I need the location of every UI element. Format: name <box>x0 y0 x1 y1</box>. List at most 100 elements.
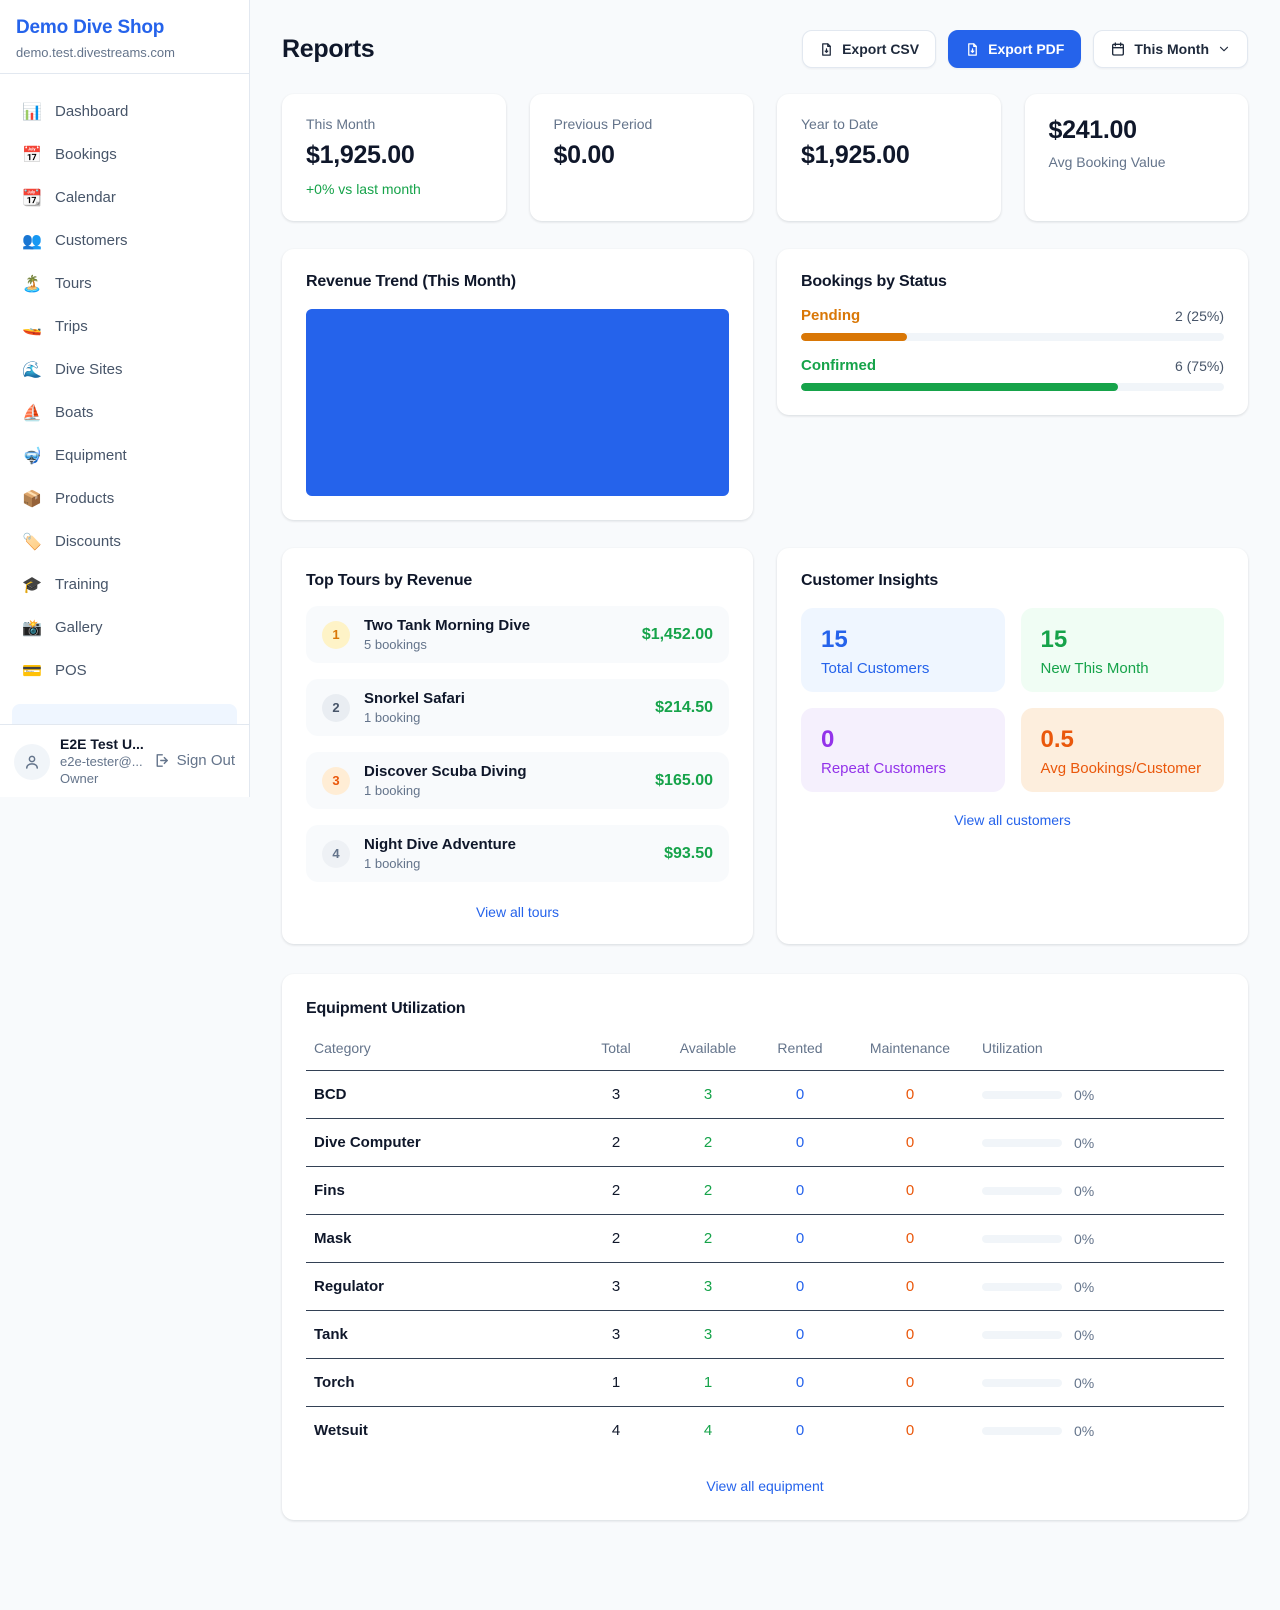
table-row: Torch 1 1 0 0 0% <box>306 1359 1224 1407</box>
top-tours-card: Top Tours by Revenue 1 Two Tank Morning … <box>282 548 753 944</box>
export-csv-button[interactable]: Export CSV <box>802 30 936 68</box>
total-cell: 2 <box>570 1215 662 1263</box>
total-cell: 2 <box>570 1119 662 1167</box>
available-cell: 4 <box>662 1407 754 1455</box>
tour-revenue: $1,452.00 <box>642 626 713 644</box>
tour-text: Snorkel Safari 1 booking <box>364 690 465 725</box>
utilization-cell: 0% <box>974 1407 1224 1455</box>
tour-row: 3 Discover Scuba Diving 1 booking $165.0… <box>306 752 729 809</box>
utilization-bar-track <box>982 1139 1062 1147</box>
total-cell: 3 <box>570 1311 662 1359</box>
stats-row: This Month $1,925.00 +0% vs last month P… <box>282 94 1248 221</box>
sidebar-item-pos[interactable]: 💳 POS <box>12 649 237 692</box>
rented-cell: 0 <box>754 1407 846 1455</box>
user-email: e2e-tester@... <box>60 754 143 769</box>
total-cell: 4 <box>570 1407 662 1455</box>
column-header-available: Available <box>662 1030 754 1071</box>
sidebar-item-label: Boats <box>55 404 93 421</box>
utilization-cell: 0% <box>974 1071 1224 1119</box>
bookings-by-status-card: Bookings by Status Pending 2 (25%) Confi… <box>777 249 1248 415</box>
utilization-label: 0% <box>1074 1375 1094 1391</box>
status-bar-fill <box>801 383 1118 391</box>
tour-row: 2 Snorkel Safari 1 booking $214.50 <box>306 679 729 736</box>
sidebar-item-trips[interactable]: 🚤 Trips <box>12 305 237 348</box>
rented-cell: 0 <box>754 1071 846 1119</box>
sidebar-item-active-partial[interactable] <box>12 704 237 724</box>
sidebar-item-dive-sites[interactable]: 🌊 Dive Sites <box>12 348 237 391</box>
status-row-confirmed: Confirmed 6 (75%) <box>801 357 1224 391</box>
status-row-pending: Pending 2 (25%) <box>801 307 1224 341</box>
user-role: Owner <box>60 771 143 786</box>
equipment-table: Category Total Available Rented Maintena… <box>306 1030 1224 1454</box>
period-dropdown[interactable]: This Month <box>1093 30 1248 68</box>
stat-card-previous-period: Previous Period $0.00 <box>530 94 754 221</box>
sidebar-item-label: Customers <box>55 232 128 249</box>
sidebar-item-calendar[interactable]: 📆 Calendar <box>12 176 237 219</box>
sidebar-item-tours[interactable]: 🏝️ Tours <box>12 262 237 305</box>
sidebar-item-products[interactable]: 📦 Products <box>12 477 237 520</box>
sidebar-item-dashboard[interactable]: 📊 Dashboard <box>12 90 237 133</box>
customer-insights-card: Customer Insights 15 Total Customers 15 … <box>777 548 1248 944</box>
charts-row: Revenue Trend (This Month) Bookings by S… <box>282 249 1248 520</box>
page-header: Reports Export CSV Export PDF This Month <box>282 30 1248 68</box>
people-icon: 👥 <box>22 231 42 251</box>
sidebar-nav: 📊 Dashboard 📅 Bookings 📆 Calendar 👥 Cust… <box>0 74 249 724</box>
sidebar-item-label: Training <box>55 576 109 593</box>
sidebar-item-customers[interactable]: 👥 Customers <box>12 219 237 262</box>
category-cell: Tank <box>306 1311 570 1359</box>
tour-bookings: 1 booking <box>364 710 465 725</box>
tour-row: 4 Night Dive Adventure 1 booking $93.50 <box>306 825 729 882</box>
sidebar-item-gallery[interactable]: 📸 Gallery <box>12 606 237 649</box>
sidebar-item-discounts[interactable]: 🏷️ Discounts <box>12 520 237 563</box>
chevron-down-icon <box>1217 42 1231 56</box>
available-cell: 2 <box>662 1215 754 1263</box>
customer-insights-title: Customer Insights <box>801 572 1224 590</box>
tour-bookings: 5 bookings <box>364 637 530 652</box>
sidebar-item-label: Discounts <box>55 533 121 550</box>
bookings-by-status-title: Bookings by Status <box>801 273 1224 291</box>
stat-card-this-month: This Month $1,925.00 +0% vs last month <box>282 94 506 221</box>
status-count: 6 (75%) <box>1175 358 1224 374</box>
utilization-bar-track <box>982 1427 1062 1435</box>
export-pdf-button[interactable]: Export PDF <box>948 30 1081 68</box>
view-all-tours-link[interactable]: View all tours <box>306 904 729 920</box>
tag-icon: 🏷️ <box>22 532 42 552</box>
sidebar-item-training[interactable]: 🎓 Training <box>12 563 237 606</box>
sidebar-item-label: Calendar <box>55 189 116 206</box>
stat-label: This Month <box>306 116 482 132</box>
utilization-label: 0% <box>1074 1327 1094 1343</box>
tour-name: Night Dive Adventure <box>364 836 516 853</box>
view-all-customers-link[interactable]: View all customers <box>801 812 1224 828</box>
file-download-icon <box>965 42 980 57</box>
sign-out-button[interactable]: Sign Out <box>153 752 235 769</box>
revenue-trend-title: Revenue Trend (This Month) <box>306 273 729 291</box>
stat-delta: +0% vs last month <box>306 181 482 197</box>
sidebar-item-bookings[interactable]: 📅 Bookings <box>12 133 237 176</box>
rented-cell: 0 <box>754 1167 846 1215</box>
revenue-trend-chart <box>306 309 729 496</box>
utilization-label: 0% <box>1074 1135 1094 1151</box>
utilization-label: 0% <box>1074 1423 1094 1439</box>
table-row: Wetsuit 4 4 0 0 0% <box>306 1407 1224 1455</box>
tile-repeat-customers: 0 Repeat Customers <box>801 708 1005 792</box>
tour-row: 1 Two Tank Morning Dive 5 bookings $1,45… <box>306 606 729 663</box>
utilization-bar-track <box>982 1283 1062 1291</box>
sign-out-label: Sign Out <box>177 752 235 769</box>
header-actions: Export CSV Export PDF This Month <box>802 30 1248 68</box>
wave-icon: 🌊 <box>22 360 42 380</box>
view-all-equipment-link[interactable]: View all equipment <box>306 1478 1224 1494</box>
tour-text: Two Tank Morning Dive 5 bookings <box>364 617 530 652</box>
sidebar-item-boats[interactable]: ⛵ Boats <box>12 391 237 434</box>
utilization-label: 0% <box>1074 1279 1094 1295</box>
export-pdf-label: Export PDF <box>988 41 1064 57</box>
utilization-bar-track <box>982 1331 1062 1339</box>
equipment-utilization-card: Equipment Utilization Category Total Ava… <box>282 974 1248 1520</box>
available-cell: 3 <box>662 1071 754 1119</box>
credit-card-icon: 💳 <box>22 661 42 681</box>
sidebar-item-equipment[interactable]: 🤿 Equipment <box>12 434 237 477</box>
tour-name: Two Tank Morning Dive <box>364 617 530 634</box>
maintenance-cell: 0 <box>846 1359 974 1407</box>
available-cell: 1 <box>662 1359 754 1407</box>
stat-label: Previous Period <box>554 116 730 132</box>
file-download-icon <box>819 42 834 57</box>
